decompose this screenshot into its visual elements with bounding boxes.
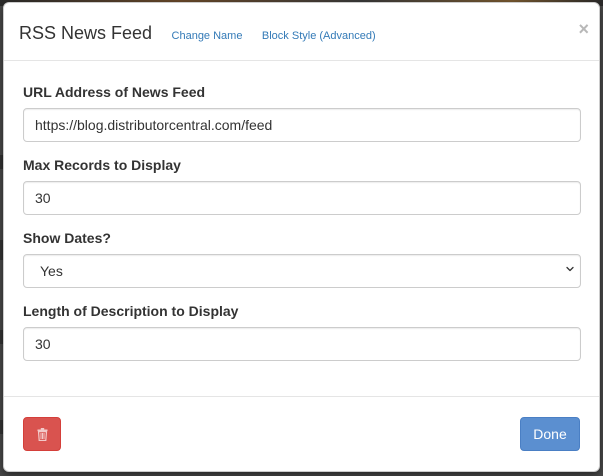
description-length-input[interactable] bbox=[23, 327, 581, 361]
close-icon[interactable]: × bbox=[578, 19, 589, 39]
delete-button[interactable] bbox=[23, 417, 61, 451]
trash-icon bbox=[37, 428, 48, 441]
rss-feed-modal: RSS News Feed Change Name Block Style (A… bbox=[3, 2, 600, 472]
modal-footer: Done bbox=[4, 396, 599, 471]
change-name-link[interactable]: Change Name bbox=[172, 30, 243, 42]
show-dates-label: Show Dates? bbox=[23, 230, 111, 246]
modal-title: RSS News Feed bbox=[19, 23, 153, 43]
url-field-group: URL Address of News Feed bbox=[23, 83, 581, 142]
url-input[interactable] bbox=[23, 108, 581, 142]
show-dates-select[interactable]: Yes bbox=[23, 254, 581, 288]
description-length-field-group: Length of Description to Display bbox=[23, 302, 581, 361]
max-records-input[interactable] bbox=[23, 181, 581, 215]
block-style-link[interactable]: Block Style (Advanced) bbox=[262, 30, 376, 42]
show-dates-field-group: Show Dates? Yes bbox=[23, 229, 581, 288]
modal-body: URL Address of News Feed Max Records to … bbox=[4, 61, 599, 361]
chevron-down-icon bbox=[566, 266, 574, 272]
done-button[interactable]: Done bbox=[520, 417, 580, 451]
description-length-label: Length of Description to Display bbox=[23, 303, 239, 319]
max-records-label: Max Records to Display bbox=[23, 157, 181, 173]
modal-header: RSS News Feed Change Name Block Style (A… bbox=[4, 3, 599, 61]
url-label: URL Address of News Feed bbox=[23, 84, 206, 100]
show-dates-select-wrapper: Yes bbox=[23, 254, 581, 288]
max-records-field-group: Max Records to Display bbox=[23, 156, 581, 215]
